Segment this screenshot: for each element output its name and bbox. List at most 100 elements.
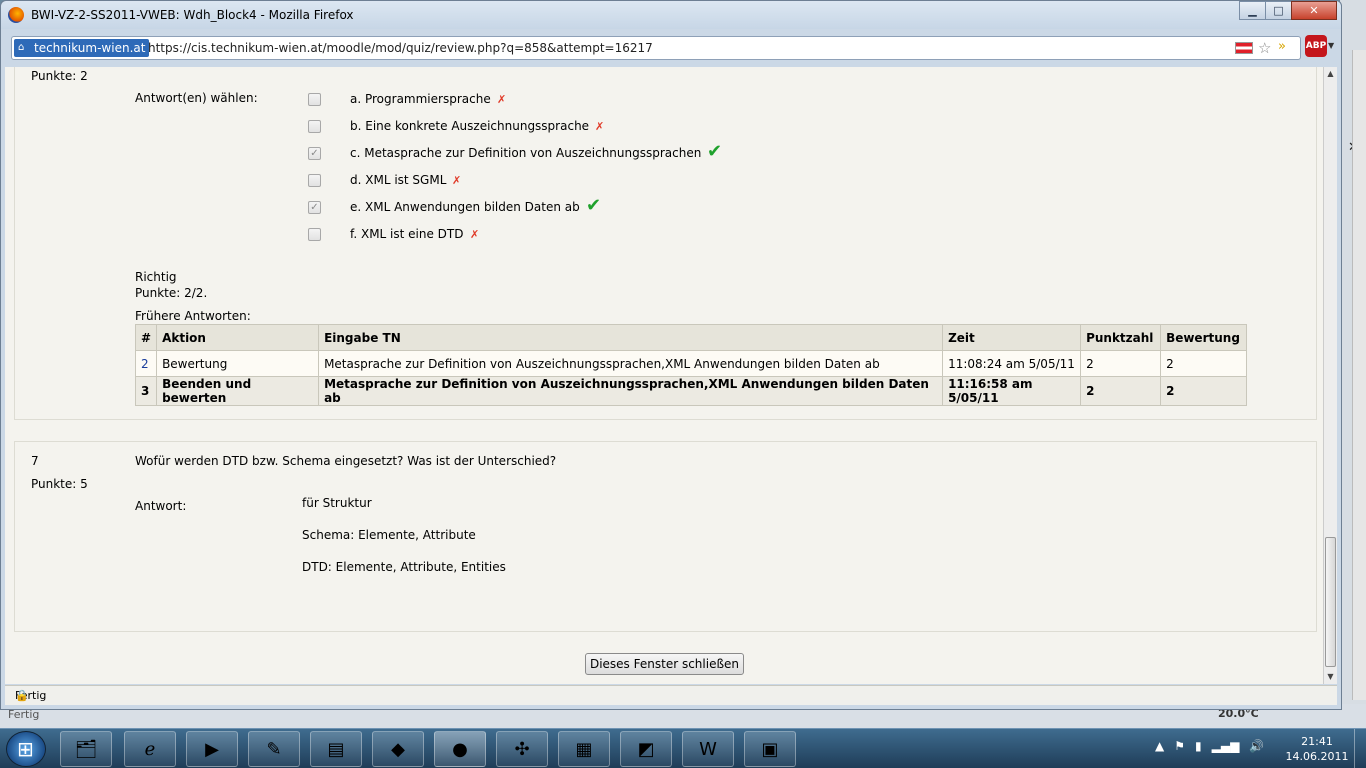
show-hidden-icons-icon[interactable]: ▲: [1155, 739, 1164, 753]
scroll-up-icon[interactable]: ▲: [1324, 67, 1337, 81]
archive-taskbar-icon[interactable]: ▤: [310, 731, 362, 767]
scroll-down-icon[interactable]: ▼: [1324, 670, 1337, 684]
site-identity-icon: ⌂: [18, 42, 25, 53]
history-label: Frühere Antworten:: [135, 309, 251, 323]
close-window-page-button[interactable]: Dieses Fenster schließen: [585, 653, 744, 675]
signal-icon[interactable]: ▂▄▆: [1212, 739, 1240, 753]
answer-line: DTD: Elemente, Attribute, Entities: [302, 560, 506, 574]
answer-checkbox[interactable]: [308, 174, 321, 187]
header-input: Eingabe TN: [318, 324, 944, 351]
table-row: 2 Bewertung Metasprache zur Definition v…: [134, 350, 1248, 377]
background-scrollbar: [1352, 50, 1366, 700]
show-desktop-button[interactable]: [1354, 729, 1366, 768]
firefox-window: BWI-VZ-2-SS2011-VWEB: Wdh_Block4 - Mozil…: [0, 0, 1342, 710]
system-tray: ▲ ⚑ ▮ ▂▄▆ 🔊: [1155, 739, 1264, 753]
answer-line: für Struktur: [302, 496, 372, 510]
row-time: 11:08:24 am 5/05/11: [942, 350, 1082, 377]
status-bar: Fertig 🔒: [5, 685, 1337, 705]
window-controls: ▁ □ ✕: [1239, 1, 1337, 21]
explorer-taskbar-icon[interactable]: 🗂: [60, 731, 112, 767]
page-content: Punkte: 2 Antwort(en) wählen: a. Program…: [5, 67, 1323, 684]
firefox-taskbar-icon[interactable]: ●: [434, 731, 486, 767]
row-time: 11:16:58 am 5/05/11: [942, 376, 1082, 406]
answer-option-text: f. XML ist eine DTD: [350, 227, 464, 241]
history-header-row: # Aktion Eingabe TN Zeit Punktzahl Bewer…: [134, 324, 1248, 351]
answer-option-text: b. Eine konkrete Auszeichnungssprache: [350, 119, 590, 133]
answer-checkbox[interactable]: [308, 93, 321, 106]
answer-checkbox[interactable]: [308, 201, 321, 214]
taskbar: 🗂 ℯ ▶ ✎ ▤ ◆ ● ✣ ▦ ◩ W ▣ ▲ ⚑ ▮ ▂▄▆ 🔊 21:4…: [0, 728, 1366, 768]
incorrect-cross-icon: ✗: [497, 93, 507, 106]
word-taskbar-icon[interactable]: W: [682, 731, 734, 767]
answer-option-text: c. Metasprache zur Definition von Auszei…: [350, 146, 702, 160]
firefox-logo-icon: [8, 7, 24, 23]
row-points: 2: [1080, 350, 1162, 377]
row-grade: 2: [1160, 350, 1248, 377]
go-arrow-icon[interactable]: »: [1278, 39, 1286, 54]
image-viewer-taskbar-icon[interactable]: ▣: [744, 731, 796, 767]
navigation-bar: ⌂ technikum-wien.at https://cis.techniku…: [5, 33, 1335, 63]
incorrect-cross-icon: ✗: [595, 120, 605, 133]
answers-label: Antwort(en) wählen:: [135, 91, 258, 105]
network-icon[interactable]: ▮: [1195, 739, 1202, 753]
clock-date: 14.06.2011: [1285, 750, 1349, 763]
question-6-box: Punkte: 2 Antwort(en) wählen: a. Program…: [14, 67, 1317, 420]
score-label: Punkte: 2/2.: [135, 286, 208, 300]
question-7-points: Punkte: 5: [31, 477, 88, 491]
eraser-taskbar-icon[interactable]: ◆: [372, 731, 424, 767]
answer-checkbox[interactable]: [308, 228, 321, 241]
row-action: Beenden und bewerten: [156, 376, 320, 406]
austria-flag-icon[interactable]: [1235, 42, 1253, 54]
incorrect-cross-icon: ✗: [452, 174, 462, 187]
adblock-dropdown-icon[interactable]: ▼: [1328, 41, 1334, 50]
url-bar[interactable]: ⌂ technikum-wien.at https://cis.techniku…: [11, 36, 1301, 60]
question-7-box: 7 Wofür werden DTD bzw. Schema eingesetz…: [14, 441, 1317, 632]
answer-label: Antwort:: [135, 499, 187, 513]
answer-checkbox[interactable]: [308, 120, 321, 133]
page-scrollbar[interactable]: ▲ ▼: [1323, 67, 1337, 684]
window-title: BWI-VZ-2-SS2011-VWEB: Wdh_Block4 - Mozil…: [31, 8, 354, 22]
maximize-button[interactable]: □: [1265, 1, 1292, 20]
history-table: # Aktion Eingabe TN Zeit Punktzahl Bewer…: [134, 324, 1248, 406]
system-clock[interactable]: 21:41 14.06.2011: [1282, 734, 1352, 764]
close-window-button[interactable]: ✕: [1291, 1, 1337, 20]
header-time: Zeit: [942, 324, 1082, 351]
answer-option-text: d. XML ist SGML: [350, 173, 447, 187]
answer-option-text: e. XML Anwendungen bilden Daten ab: [350, 200, 580, 214]
result-label: Richtig: [135, 270, 177, 284]
start-button[interactable]: [6, 731, 46, 767]
title-bar[interactable]: BWI-VZ-2-SS2011-VWEB: Wdh_Block4 - Mozil…: [1, 1, 1341, 29]
question-7-number: 7: [31, 454, 39, 468]
row-points: 2: [1080, 376, 1162, 406]
row-input: Metasprache zur Definition von Auszeichn…: [318, 350, 944, 377]
volume-icon[interactable]: 🔊: [1249, 739, 1264, 753]
answer-line: Schema: Elemente, Attribute: [302, 528, 476, 542]
action-center-icon[interactable]: ⚑: [1174, 739, 1185, 753]
row-input: Metasprache zur Definition von Auszeichn…: [318, 376, 944, 406]
row-grade: 2: [1160, 376, 1248, 406]
question-6-points: Punkte: 2: [31, 69, 88, 83]
answer-checkbox[interactable]: [308, 147, 321, 160]
row-action: Bewertung: [156, 350, 320, 377]
padlock-icon[interactable]: 🔒: [15, 689, 1329, 702]
xampp-taskbar-icon[interactable]: ✣: [496, 731, 548, 767]
adblock-plus-icon[interactable]: ABP: [1305, 35, 1327, 57]
header-points: Punktzahl: [1080, 324, 1162, 351]
site-identity-label: technikum-wien.at: [34, 41, 146, 55]
media-player-taskbar-icon[interactable]: ▶: [186, 731, 238, 767]
answer-option-text: a. Programmiersprache: [350, 92, 491, 106]
minimize-button[interactable]: ▁: [1239, 1, 1266, 20]
row-index: 3: [134, 376, 158, 406]
paint-taskbar-icon[interactable]: ✎: [248, 731, 300, 767]
notepad-taskbar-icon[interactable]: ▦: [558, 731, 610, 767]
row-index-link[interactable]: 2: [134, 350, 158, 377]
correct-check-icon: ✔: [586, 195, 602, 216]
pdf-taskbar-icon[interactable]: ◩: [620, 731, 672, 767]
scrollbar-thumb[interactable]: [1325, 537, 1336, 667]
clock-time: 21:41: [1301, 735, 1333, 748]
header-grade: Bewertung: [1160, 324, 1248, 351]
url-text[interactable]: https://cis.technikum-wien.at/moodle/mod…: [148, 41, 653, 55]
ie-taskbar-icon[interactable]: ℯ: [124, 731, 176, 767]
bookmark-star-icon[interactable]: ☆: [1258, 39, 1271, 57]
site-identity-button[interactable]: ⌂ technikum-wien.at: [14, 39, 150, 57]
